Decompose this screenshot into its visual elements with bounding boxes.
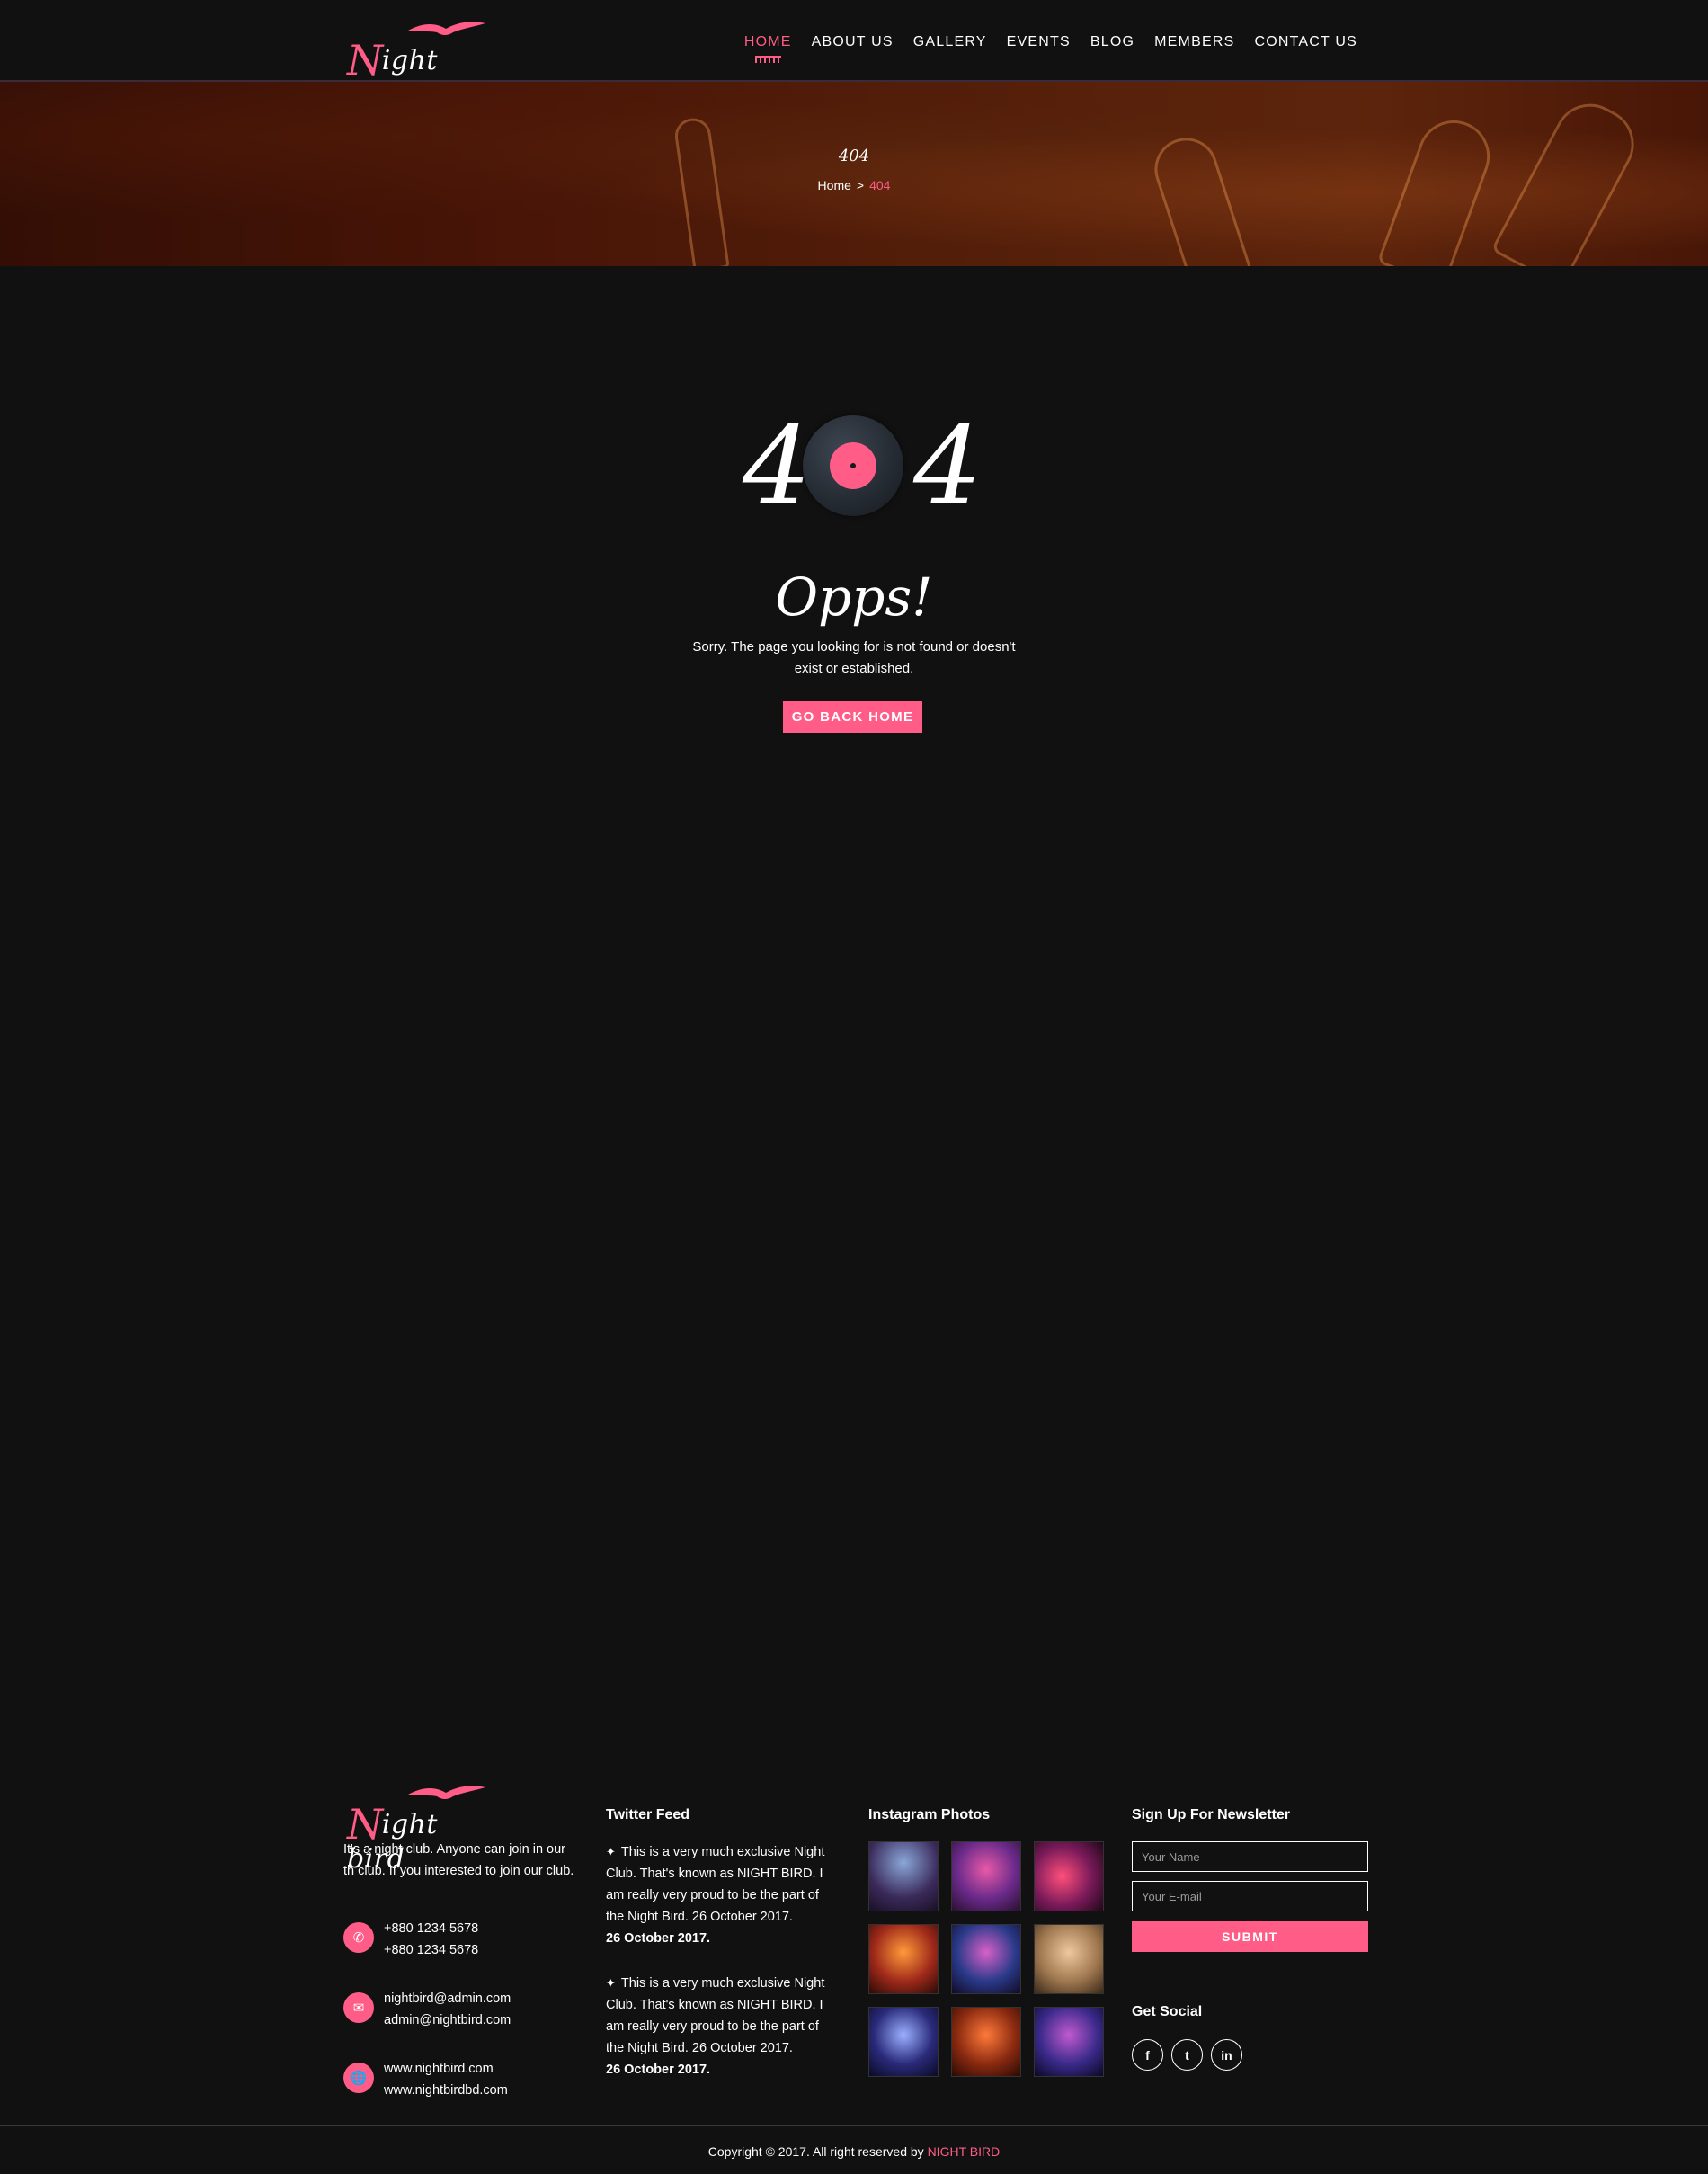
website-link[interactable]: www.nightbirdbd.com bbox=[384, 2080, 508, 2101]
nav-events[interactable]: EVENTS bbox=[1007, 34, 1071, 50]
instagram-photo[interactable] bbox=[951, 1924, 1021, 1994]
site-logo[interactable]: Night bird bbox=[343, 16, 487, 111]
twitter-bird-icon: ✦ bbox=[606, 1976, 616, 1990]
instagram-heading: Instagram Photos bbox=[868, 1807, 991, 1822]
error-digit-left: 4 bbox=[743, 405, 812, 530]
instagram-photo[interactable] bbox=[1034, 2007, 1104, 2077]
breadcrumb-separator: > bbox=[856, 178, 865, 192]
website-link[interactable]: www.nightbird.com bbox=[384, 2058, 508, 2080]
instagram-photo[interactable] bbox=[868, 1841, 939, 1911]
nav-about-us[interactable]: ABOUT US bbox=[812, 34, 894, 50]
tweet-item: ✦ This is a very much exclusive Night Clu… bbox=[606, 1841, 840, 1949]
social-heading: Get Social bbox=[1132, 2004, 1203, 2019]
copyright-brand-link[interactable]: NIGHT BIRD bbox=[928, 2144, 1001, 2159]
instagram-photo[interactable] bbox=[951, 1841, 1021, 1911]
error-digit-right: 4 bbox=[913, 405, 983, 530]
nav-members[interactable]: MEMBERS bbox=[1154, 34, 1234, 50]
twitter-icon[interactable]: t bbox=[1171, 2039, 1203, 2071]
twitter-feed-heading: Twitter Feed bbox=[606, 1807, 690, 1822]
envelope-icon: ✉ bbox=[343, 1992, 374, 2023]
nav-blog[interactable]: BLOG bbox=[1090, 34, 1134, 50]
phone-icon: ✆ bbox=[343, 1922, 374, 1953]
globe-icon: 🌐 bbox=[343, 2063, 374, 2093]
tweet-item: ✦ This is a very much exclusive Night Clu… bbox=[606, 1973, 840, 2080]
instagram-photo[interactable] bbox=[868, 2007, 939, 2077]
error-heading: Opps! bbox=[775, 566, 933, 628]
instagram-photo[interactable] bbox=[1034, 1924, 1104, 1994]
nav-gallery[interactable]: GALLERY bbox=[913, 34, 987, 50]
site-footer: Night bird It's a night club. Anyone can… bbox=[0, 1762, 1708, 2122]
site-header: Night bird HOME ABOUT US GALLERY EVENTS … bbox=[0, 0, 1708, 111]
email-address[interactable]: admin@nightbird.com bbox=[384, 2009, 511, 2031]
phone-number[interactable]: +880 1234 5678 bbox=[384, 1939, 478, 1961]
error-message: Sorry. The page you looking for is not f… bbox=[692, 639, 1016, 676]
newsletter-submit-button[interactable]: SUBMIT bbox=[1132, 1921, 1368, 1952]
twitter-bird-icon: ✦ bbox=[606, 1845, 616, 1858]
phone-number[interactable]: +880 1234 5678 bbox=[384, 1918, 478, 1939]
go-back-home-button[interactable]: GO BACK HOME bbox=[783, 701, 922, 733]
newsletter-name-input[interactable] bbox=[1132, 1841, 1368, 1872]
footer-about-text: It's a night club. Anyone can join in ou… bbox=[343, 1842, 574, 1878]
tweet-date: 26 October 2017. bbox=[606, 1931, 711, 1946]
nav-home[interactable]: HOME bbox=[744, 34, 792, 63]
email-address[interactable]: nightbird@admin.com bbox=[384, 1988, 511, 2009]
newsletter-email-input[interactable] bbox=[1132, 1881, 1368, 1911]
vinyl-record-icon bbox=[803, 415, 903, 516]
instagram-photo[interactable] bbox=[951, 2007, 1021, 2077]
page-banner: 404 Home >404 bbox=[0, 82, 1708, 266]
banner-title: 404 bbox=[838, 147, 870, 165]
tweet-date: 26 October 2017. bbox=[606, 2063, 711, 2077]
newsletter-heading: Sign Up For Newsletter bbox=[1132, 1807, 1291, 1822]
breadcrumb-current: 404 bbox=[869, 178, 891, 192]
nav-contact-us[interactable]: CONTACT US bbox=[1254, 34, 1357, 50]
copyright-bar: Copyright © 2017. All right reserved by … bbox=[0, 2125, 1708, 2174]
breadcrumb: Home >404 bbox=[0, 178, 1708, 192]
linkedin-icon[interactable]: in bbox=[1211, 2039, 1242, 2071]
instagram-photo[interactable] bbox=[1034, 1841, 1104, 1911]
breadcrumb-home[interactable]: Home bbox=[818, 178, 851, 192]
main-nav: HOME ABOUT US GALLERY EVENTS BLOG MEMBER… bbox=[725, 34, 1357, 63]
footer-logo[interactable]: Night bird bbox=[343, 1780, 487, 1875]
facebook-icon[interactable]: f bbox=[1132, 2039, 1163, 2071]
instagram-photo[interactable] bbox=[868, 1924, 939, 1994]
copyright-text: Copyright © 2017. All right reserved by … bbox=[707, 2144, 1001, 2159]
